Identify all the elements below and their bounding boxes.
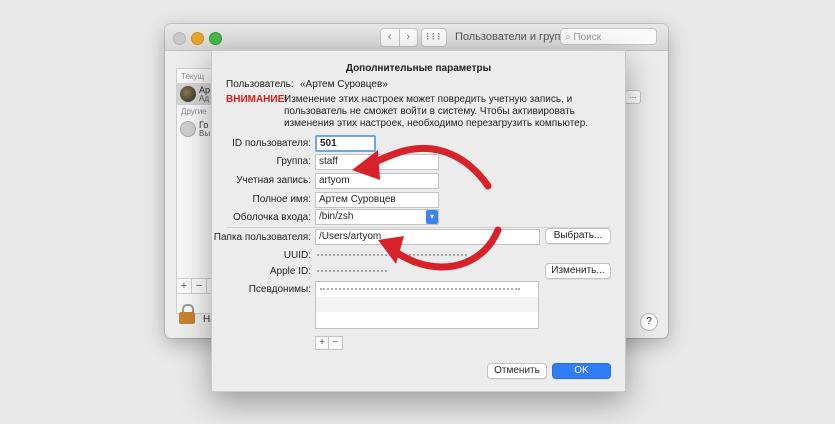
shell-label: Оболочка входа: bbox=[233, 212, 311, 223]
window-title: Пользователи и группы bbox=[455, 31, 575, 43]
change-apple-id-button[interactable]: Изменить... bbox=[545, 263, 611, 279]
advanced-options-sheet: Дополнительные параметры Пользователь: «… bbox=[211, 50, 626, 392]
user-role: Вы bbox=[199, 129, 211, 138]
account-label: Учетная запись: bbox=[236, 175, 311, 186]
sidebar-section-other: Другие bbox=[181, 107, 207, 116]
list-item[interactable] bbox=[316, 282, 538, 297]
aliases-list[interactable] bbox=[315, 281, 539, 329]
show-all-grid-icon[interactable]: ⠇⠇⠇ bbox=[421, 28, 447, 47]
sidebar-section-current: Текущ bbox=[181, 72, 205, 81]
account-name-field[interactable]: artyom bbox=[315, 173, 439, 189]
aliases-label: Псевдонимы: bbox=[248, 284, 311, 295]
close-button[interactable] bbox=[173, 32, 186, 45]
avatar bbox=[180, 121, 196, 137]
search-icon: ⌕ bbox=[565, 32, 571, 43]
sheet-title: Дополнительные параметры bbox=[345, 63, 492, 74]
warning-text: Изменение этих настроек может повредить … bbox=[284, 94, 589, 129]
forward-arrow-icon[interactable]: › bbox=[400, 29, 418, 46]
apple-id-value-redacted bbox=[317, 270, 387, 276]
home-folder-field[interactable]: /Users/artyom bbox=[315, 229, 540, 245]
user-role: Ад bbox=[199, 94, 210, 103]
group-label: Группа: bbox=[276, 156, 311, 167]
shell-value: /bin/zsh bbox=[319, 211, 354, 222]
minimize-button[interactable] bbox=[191, 32, 204, 45]
login-shell-select[interactable]: /bin/zsh ▾ bbox=[315, 209, 439, 225]
uid-label: ID пользователя: bbox=[232, 138, 311, 149]
avatar bbox=[180, 86, 196, 102]
search-placeholder: Поиск bbox=[573, 32, 602, 43]
help-button[interactable]: ? bbox=[640, 313, 658, 331]
alias-add-remove-controls: + − bbox=[315, 336, 343, 350]
user-label: Пользователь: bbox=[226, 79, 294, 90]
add-user-button[interactable]: + bbox=[177, 279, 192, 293]
nav-buttons: ‹ › bbox=[380, 28, 418, 47]
home-folder-label: Папка пользователя: bbox=[213, 232, 311, 243]
window-titlebar: ‹ › ⠇⠇⠇ Пользователи и группы ⌕ Поиск bbox=[165, 24, 668, 51]
choose-button[interactable]: Выбрать... bbox=[545, 228, 611, 244]
remove-alias-button[interactable]: − bbox=[329, 337, 341, 349]
list-item bbox=[316, 312, 538, 327]
fullname-label: Полное имя: bbox=[252, 194, 311, 205]
uid-field[interactable]: 501 bbox=[315, 135, 376, 152]
alias-value-redacted bbox=[320, 288, 520, 294]
apple-id-label: Apple ID: bbox=[269, 266, 311, 277]
uuid-label: UUID: bbox=[283, 250, 311, 261]
zoom-button[interactable] bbox=[209, 32, 222, 45]
cancel-button[interactable]: Отменить bbox=[487, 363, 547, 379]
ok-button[interactable]: OK bbox=[552, 363, 611, 379]
group-field[interactable]: staff bbox=[315, 154, 439, 170]
uuid-value-redacted bbox=[317, 254, 467, 260]
search-input[interactable]: ⌕ Поиск bbox=[560, 28, 657, 45]
fullname-field[interactable]: Артем Суровцев bbox=[315, 192, 439, 208]
user-value: «Артем Суровцев» bbox=[300, 79, 388, 90]
login-options-button[interactable]: ... bbox=[625, 90, 641, 104]
list-item bbox=[316, 297, 538, 312]
back-arrow-icon[interactable]: ‹ bbox=[381, 29, 400, 46]
warning-label: ВНИМАНИЕ! bbox=[226, 94, 288, 105]
add-alias-button[interactable]: + bbox=[316, 337, 329, 349]
lock-icon[interactable] bbox=[179, 304, 195, 324]
chevron-down-icon: ▾ bbox=[426, 210, 438, 224]
